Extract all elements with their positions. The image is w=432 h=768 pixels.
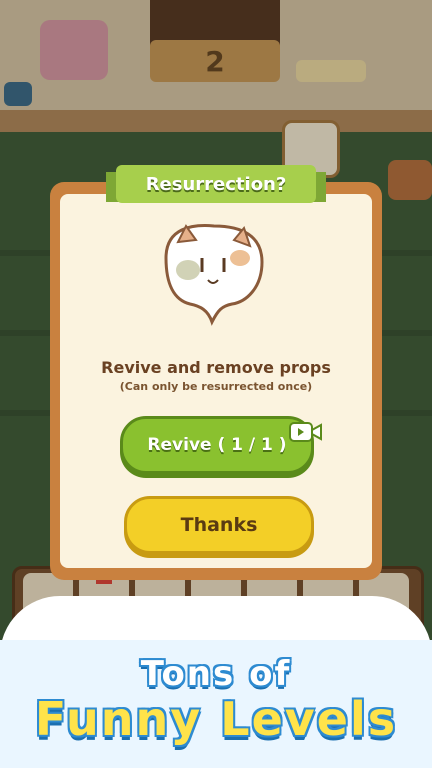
revive-message: Revive and remove props <box>101 358 331 377</box>
thanks-button[interactable]: Thanks <box>124 496 314 554</box>
revive-button-label: Revive ( 1 / 1 ) <box>147 435 287 455</box>
thanks-button-label: Thanks <box>180 514 258 536</box>
revive-button[interactable]: Revive ( 1 / 1 ) <box>120 416 314 474</box>
video-ad-icon <box>289 422 322 442</box>
dialog-title: Resurrection? <box>145 173 287 195</box>
promo-line-2: Funny Levels <box>34 692 398 746</box>
ghost-cat-icon <box>164 224 264 326</box>
revive-note: (Can only be resurrected once) <box>119 380 313 393</box>
promo-line-1: Tons of <box>140 654 292 694</box>
